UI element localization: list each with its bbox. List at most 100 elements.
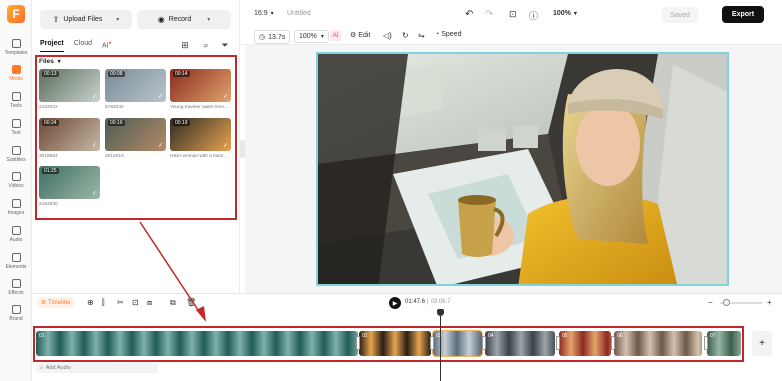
play-button[interactable]: ▶ <box>389 297 401 309</box>
media-thumbnail[interactable]: 00:19 ✓ <box>105 118 166 151</box>
left-rail: F Templates Media Tools Text Subtitles V… <box>0 0 32 381</box>
add-audio-track[interactable]: ♪ Add Audio <box>36 363 158 373</box>
audio-icon <box>11 225 21 235</box>
duration-badge: 00:19 <box>173 120 190 126</box>
media-thumbnail[interactable]: 00:08 ✓ <box>105 69 166 102</box>
rail-item-tools[interactable]: Tools <box>0 87 32 113</box>
duration-badge: 00:08 <box>108 71 125 77</box>
project-title[interactable]: Untitled <box>287 10 311 17</box>
check-icon: ✓ <box>223 94 229 100</box>
check-icon: ✓ <box>223 143 229 149</box>
rail-item-audio[interactable]: Audio <box>0 221 32 247</box>
video-track-highlight <box>33 326 744 362</box>
duration-badge: 00:19 <box>108 120 125 126</box>
timecode: 01:47.6 | 03:06.7 <box>405 299 451 305</box>
rail-item-elements[interactable]: Elements <box>0 248 32 274</box>
rail-item-subtitles[interactable]: Subtitles <box>0 141 32 167</box>
media-thumbnail[interactable]: 00:13 ✓ <box>39 69 100 102</box>
redo-icon[interactable]: ↷ <box>485 9 493 20</box>
check-icon: ✓ <box>158 94 164 100</box>
rail-item-videos[interactable]: Videos <box>0 167 32 193</box>
music-note-icon: ♪ <box>40 365 43 371</box>
volume-icon[interactable]: ◁) <box>383 31 392 40</box>
zoom-out-icon[interactable]: − <box>708 298 713 307</box>
ai-tools-icon <box>11 91 21 101</box>
tab-project[interactable]: Project <box>40 40 64 52</box>
chevron-down-icon: ▾ <box>207 17 211 23</box>
collapse-panel-handle[interactable] <box>240 140 245 158</box>
rail-item-images[interactable]: Images <box>0 194 32 220</box>
rail-item-brand[interactable]: Brand <box>0 300 32 326</box>
playhead-handle[interactable] <box>437 309 444 316</box>
brand-icon <box>11 304 21 314</box>
upload-files-button[interactable]: ⇪ Upload Files ▾ <box>40 10 132 29</box>
media-caption: 2164830 <box>39 202 58 207</box>
duration-badge: 00:13 <box>42 71 59 77</box>
videos-icon <box>11 171 21 181</box>
media-caption: Young traveler waits from... <box>170 105 228 110</box>
speed-button[interactable]: ◔ Speed <box>435 31 461 38</box>
split-icon[interactable]: ⫿ <box>102 298 105 308</box>
rail-item-media[interactable]: Media <box>0 60 32 86</box>
check-icon: ✓ <box>92 94 98 100</box>
duration-control[interactable]: ◷ 13.7s <box>254 30 291 44</box>
media-thumbnail[interactable]: 00:24 ✓ <box>39 118 100 151</box>
media-thumbnail[interactable]: 00:14 ✓ <box>170 69 231 102</box>
rail-item-templates[interactable]: Templates <box>0 34 32 60</box>
record-icon: ◉ <box>157 15 165 24</box>
annotation-arrow <box>139 221 206 322</box>
record-button[interactable]: ◉ Record ▾ <box>137 10 231 29</box>
templates-icon <box>11 38 21 48</box>
chevron-down-icon: ▾ <box>573 11 577 17</box>
saved-status: Saved <box>662 7 698 23</box>
tab-ai[interactable]: AI● <box>102 40 112 52</box>
search-icon[interactable]: ⌕ <box>200 39 212 51</box>
effects-icon <box>11 278 21 288</box>
media-thumbnail[interactable]: 01:25 ✓ <box>39 166 100 199</box>
help-icon[interactable]: ⓘ <box>529 9 538 22</box>
media-caption: 3018664 <box>39 154 58 159</box>
scissors-icon[interactable]: ✂ <box>117 298 124 307</box>
tab-cloud[interactable]: Cloud <box>74 40 92 52</box>
media-thumbnail[interactable]: 00:19 ✓ <box>170 118 231 151</box>
zoom-slider-thumb[interactable] <box>723 299 730 306</box>
media-caption: 3015510 <box>105 154 124 159</box>
video-preview[interactable] <box>316 52 729 286</box>
scale-select[interactable]: 100% ▾ <box>294 30 329 43</box>
check-icon: ✓ <box>158 143 164 149</box>
app-logo: F <box>7 5 25 23</box>
plus-icon: + <box>759 338 765 349</box>
media-caption: 2152022 <box>39 105 58 110</box>
chevron-down-icon: ▾ <box>270 11 274 17</box>
media-caption: Hiker woman with a back... <box>170 154 228 159</box>
export-button[interactable]: Export <box>722 6 764 23</box>
zoom-in-icon[interactable]: + <box>767 298 772 307</box>
files-folder-label[interactable]: Files ▾ <box>39 58 61 65</box>
undo-icon[interactable]: ↶ <box>465 9 473 20</box>
video-frame-image <box>318 54 727 284</box>
rail-item-effects[interactable]: Effects <box>0 274 32 300</box>
add-media-icon[interactable]: ⊕ <box>87 298 94 307</box>
rotate-icon[interactable]: ↻ <box>402 31 409 40</box>
speedometer-icon: ◔ <box>435 31 440 38</box>
elements-icon <box>11 252 21 262</box>
text-icon <box>11 118 21 128</box>
duration-badge: 01:25 <box>42 168 59 174</box>
duration-badge: 00:24 <box>42 120 59 126</box>
chevron-down-icon: ▾ <box>116 17 120 23</box>
flip-icon[interactable]: ⇋ <box>418 31 425 40</box>
new-folder-icon[interactable]: ⊞ <box>179 39 191 51</box>
add-clip-button[interactable]: + <box>752 331 772 356</box>
zoom-select[interactable]: 100% ▾ <box>553 10 577 17</box>
aspect-ratio-select[interactable]: 16:9 ▾ <box>254 10 274 17</box>
ai-edit-icon[interactable]: AI <box>330 30 341 41</box>
screenshot-icon[interactable]: ⊡ <box>509 9 517 20</box>
edit-button[interactable]: ⚙ Edit <box>350 31 370 40</box>
playhead[interactable] <box>440 310 442 381</box>
timeline-toggle[interactable]: ≣ Timeline <box>37 297 75 308</box>
rail-item-text[interactable]: Text <box>0 114 32 140</box>
new-dot-icon: ● <box>108 40 112 46</box>
filter-icon[interactable]: ⏷ <box>219 39 231 51</box>
check-icon: ✓ <box>92 143 98 149</box>
check-icon: ✓ <box>92 191 98 197</box>
